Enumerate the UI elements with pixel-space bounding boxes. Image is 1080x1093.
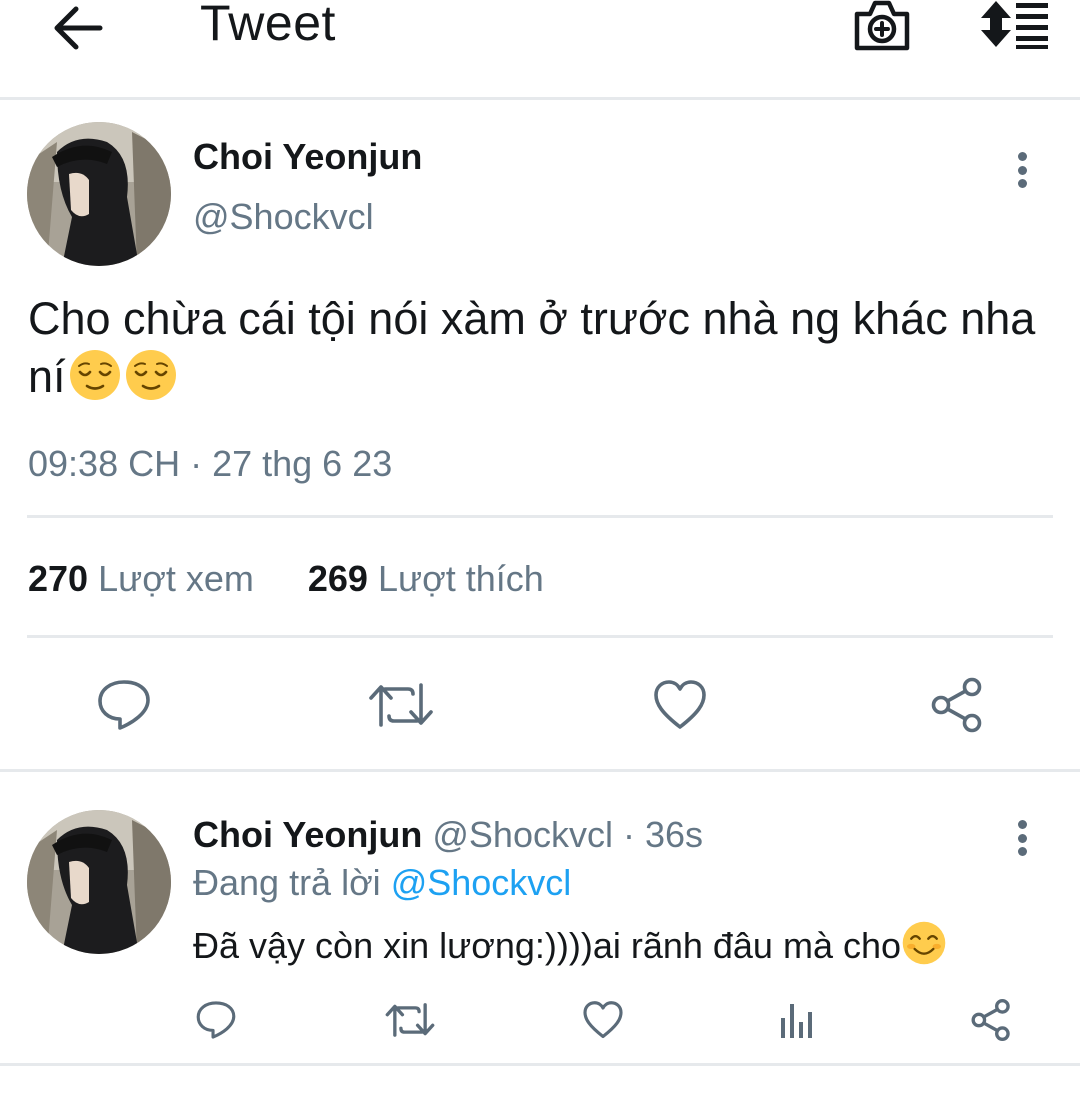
divider [27, 515, 1053, 518]
reply-share-button[interactable] [968, 996, 1014, 1044]
sort-list-icon [981, 1, 1048, 49]
more-options-button[interactable] [1010, 148, 1034, 192]
share-icon [971, 998, 1010, 1042]
sort-button[interactable] [978, 0, 1050, 50]
relieved-face-icon [125, 350, 176, 400]
tweet-timestamp[interactable]: 09:38 CH · 27 thg 6 23 [28, 443, 392, 485]
heart-icon [654, 680, 706, 729]
replying-prefix: Đang trả lời [193, 862, 381, 903]
views-count: 270 [28, 558, 89, 599]
back-button[interactable] [50, 0, 106, 56]
dot-icon [1017, 833, 1027, 843]
reply-icon [98, 680, 150, 730]
author-handle[interactable]: @Shockvcl [193, 196, 374, 238]
section-divider [0, 769, 1080, 772]
heart-icon [583, 1001, 623, 1039]
dot-icon [1017, 820, 1027, 829]
likes-count[interactable]: 269 [308, 558, 368, 599]
reply-author-name[interactable]: Choi Yeonjun [193, 814, 422, 855]
like-button[interactable] [650, 676, 710, 734]
retweet-icon [385, 1003, 435, 1037]
arrow-left-icon [54, 6, 103, 50]
reply-header: Choi Yeonjun @Shockvcl · 36s [193, 814, 703, 856]
tweet-text: Cho chừa cái tội nói xàm ở trước nhà ng … [28, 290, 1058, 406]
reply-avatar[interactable] [27, 810, 171, 954]
reply-icon [196, 1001, 236, 1039]
dot-icon [1017, 165, 1027, 175]
reply-more-options-button[interactable] [1010, 816, 1034, 860]
top-bar: Tweet [0, 0, 1080, 100]
smiling-face-icon [902, 921, 946, 965]
reply-meta: @Shockvcl · 36s [432, 814, 703, 855]
likes-label[interactable]: Lượt thích [378, 558, 544, 599]
views-label: Lượt xem [98, 558, 254, 599]
retweet-button[interactable] [366, 676, 436, 734]
reply-text: Đã vậy còn xin lương:))))ai rãnh đâu mà … [193, 920, 947, 967]
reply-like-button[interactable] [580, 998, 626, 1042]
reply-button[interactable] [94, 676, 154, 734]
tweet-stats: 270 Lượt xem 269 Lượt thích [28, 558, 544, 600]
camera-button[interactable] [852, 0, 912, 52]
reply-body: Đã vậy còn xin lương:))))ai rãnh đâu mà … [193, 925, 902, 966]
divider [27, 635, 1053, 638]
dot-icon [1017, 152, 1027, 161]
reply-analytics-button[interactable] [776, 998, 818, 1042]
replying-mention-link[interactable]: @Shockvcl [391, 862, 572, 903]
replying-to: Đang trả lời @Shockvcl [193, 862, 571, 904]
share-icon [931, 677, 982, 733]
tweet-body: Cho chừa cái tội nói xàm ở trước nhà ng … [28, 293, 1036, 402]
retweet-icon [369, 683, 433, 727]
relieved-face-icon [69, 350, 120, 400]
page-title: Tweet [200, 0, 336, 51]
camera-plus-icon [854, 0, 910, 51]
dot-icon [1017, 847, 1027, 856]
analytics-icon [781, 1004, 812, 1038]
author-name[interactable]: Choi Yeonjun [193, 136, 422, 178]
avatar[interactable] [27, 122, 171, 266]
reply-reply-button[interactable] [194, 998, 238, 1042]
share-button[interactable] [926, 674, 988, 736]
reply-retweet-button[interactable] [384, 998, 436, 1042]
dot-icon [1017, 179, 1027, 188]
section-divider [0, 1063, 1080, 1066]
